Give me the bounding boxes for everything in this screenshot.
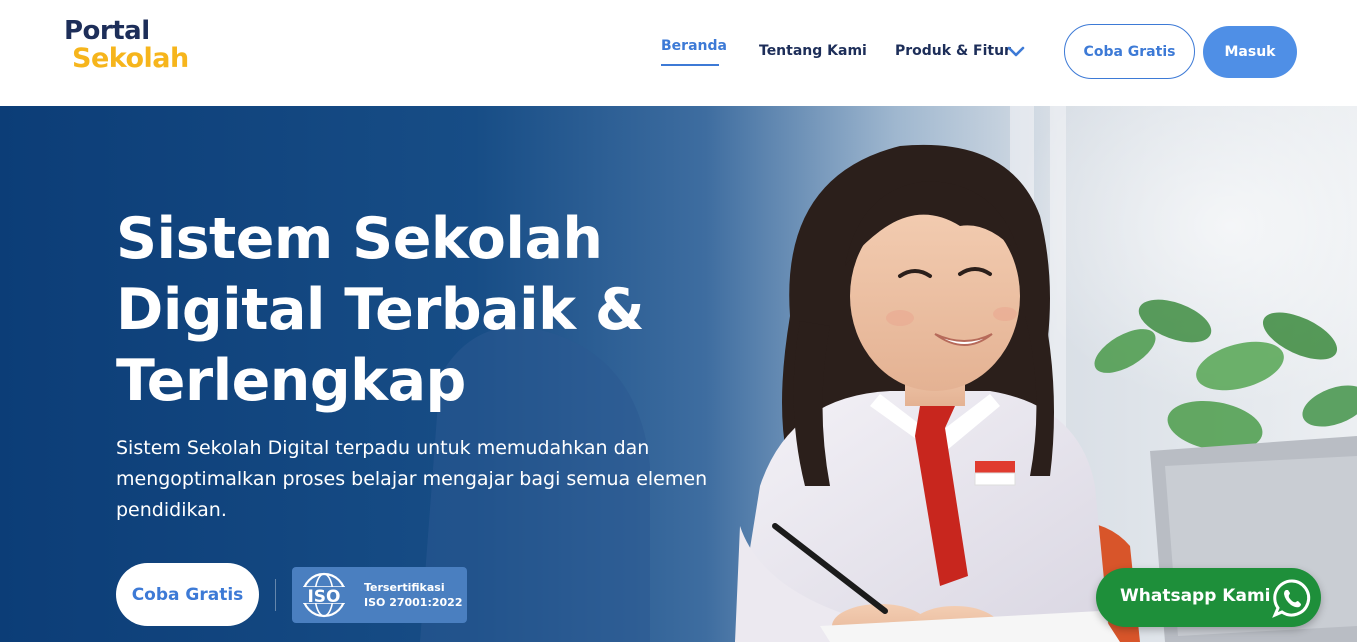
hero-cta-divider (275, 579, 276, 611)
portal-sekolah-logo[interactable]: Portal Sekolah (64, 18, 189, 72)
hero-subtitle: Sistem Sekolah Digital terpadu untuk mem… (116, 433, 726, 526)
hero-title: Sistem Sekolah Digital Terbaik & Terleng… (116, 204, 736, 417)
logo-text-sekolah: Sekolah (72, 43, 189, 74)
whatsapp-button[interactable]: Whatsapp Kami (1096, 568, 1321, 627)
login-button[interactable]: Masuk (1203, 26, 1297, 78)
iso-logo-icon: ISO (298, 572, 350, 618)
iso-line-standard: ISO 27001:2022 (364, 596, 463, 609)
hero-title-line: Terlengkap (116, 348, 466, 414)
nav-active-underline (661, 64, 719, 66)
hero-try-free-button[interactable]: Coba Gratis (116, 563, 259, 626)
hero-title-line: Sistem Sekolah (116, 206, 603, 272)
iso-certification-badge: ISO Tersertifikasi ISO 27001:2022 (292, 567, 467, 623)
nav-beranda[interactable]: Beranda (661, 38, 727, 54)
hero-title-line: Digital Terbaik & (116, 277, 645, 343)
iso-line-certified: Tersertifikasi (364, 581, 445, 594)
header-try-free-button[interactable]: Coba Gratis (1064, 24, 1195, 79)
hero-section: Sistem Sekolah Digital Terbaik & Terleng… (0, 106, 1357, 642)
hero-subtitle-line: mengoptimalkan proses belajar mengajar b… (116, 468, 708, 490)
chevron-down-icon[interactable] (1007, 44, 1025, 58)
iso-certification-text: Tersertifikasi ISO 27001:2022 (364, 580, 462, 610)
nav-produk-fitur[interactable]: Produk & Fitur (895, 43, 1011, 59)
whatsapp-button-label: Whatsapp Kami (1120, 586, 1271, 606)
hero-subtitle-line: pendidikan. (116, 499, 227, 521)
hero-subtitle-line: Sistem Sekolah Digital terpadu untuk mem… (116, 437, 650, 459)
site-header: Portal Sekolah Beranda Tentang Kami Prod… (0, 0, 1357, 106)
iso-logo-text: ISO (307, 587, 340, 607)
logo-text-portal: Portal (64, 16, 150, 46)
nav-tentang-kami[interactable]: Tentang Kami (759, 43, 867, 59)
whatsapp-icon (1272, 579, 1311, 618)
